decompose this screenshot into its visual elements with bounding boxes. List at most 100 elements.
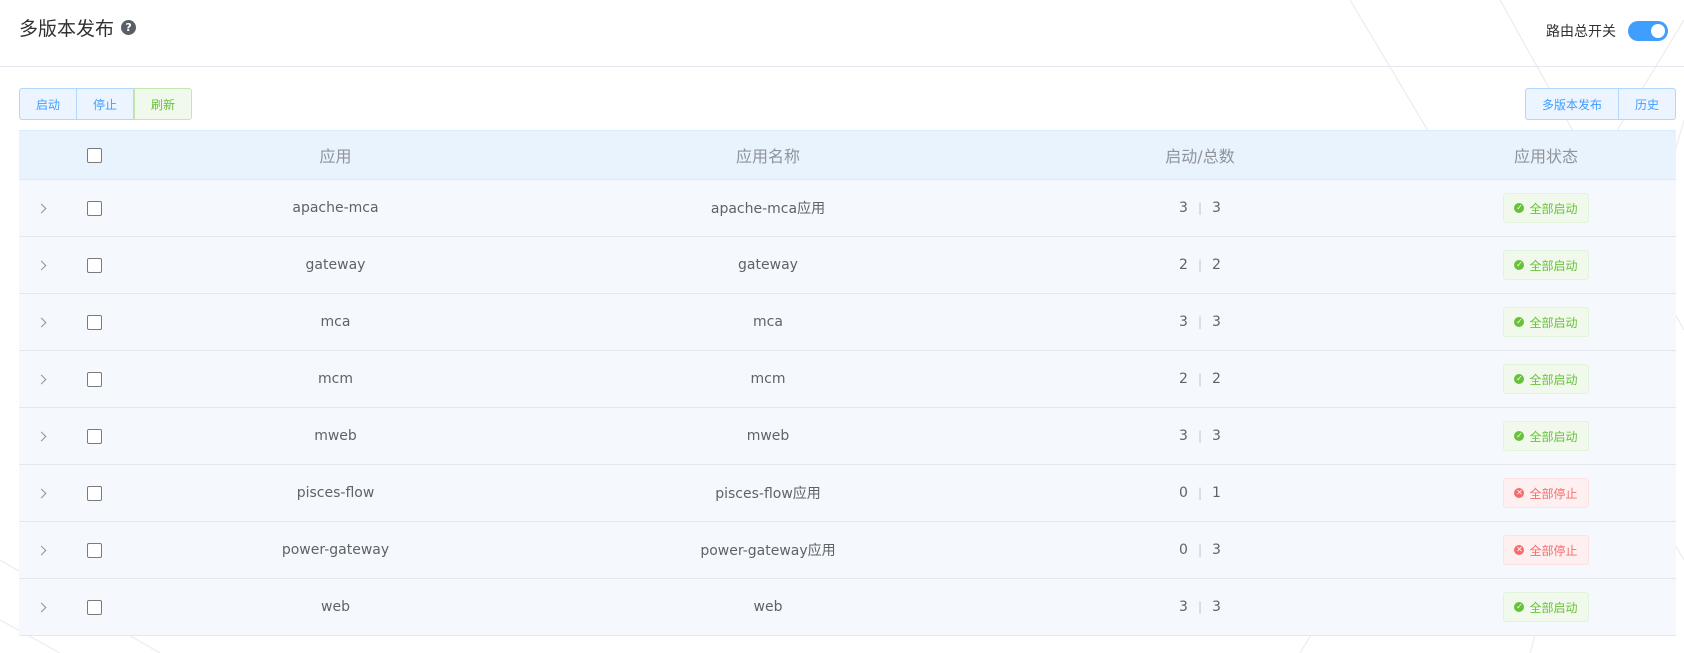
row-checkbox[interactable] xyxy=(86,428,102,444)
count-separator: | xyxy=(1197,429,1203,443)
status-badge: ✕ 全部停止 xyxy=(1503,535,1589,565)
help-icon[interactable]: ? xyxy=(121,20,137,35)
status-text: 全部启动 xyxy=(1529,258,1578,273)
chevron-right-icon[interactable] xyxy=(36,431,46,441)
app-cell: pisces-flow xyxy=(296,485,375,501)
started-count: 3 xyxy=(1179,200,1188,216)
action-button-group: 启动 停止 刷新 xyxy=(19,88,193,120)
row-checkbox[interactable] xyxy=(86,257,102,273)
count-separator: | xyxy=(1197,201,1203,215)
row-checkbox[interactable] xyxy=(86,371,102,387)
column-header-app-name: 应用名称 xyxy=(735,147,800,166)
app-name-cell: mweb xyxy=(746,428,790,444)
expand-cell xyxy=(19,260,69,270)
table-row[interactable]: gateway gateway 2 | 2 ✓ 全部启动 xyxy=(19,237,1676,294)
started-total-cell: 0 | 1 xyxy=(984,485,1416,501)
status-cell: ✓ 全部启动 xyxy=(1416,364,1676,394)
started-count: 0 xyxy=(1179,542,1188,558)
count-separator: | xyxy=(1197,315,1203,329)
status-cell: ✓ 全部启动 xyxy=(1416,250,1676,280)
total-count: 3 xyxy=(1212,542,1221,558)
status-text: 全部启动 xyxy=(1529,372,1578,387)
row-select-cell xyxy=(69,542,119,558)
start-button[interactable]: 启动 xyxy=(19,88,78,120)
row-checkbox[interactable] xyxy=(86,200,102,216)
app-name-cell: web xyxy=(753,599,783,615)
started-total-cell: 3 | 3 xyxy=(984,314,1416,330)
chevron-right-icon[interactable] xyxy=(36,317,46,327)
page-title: 多版本发布 ? xyxy=(19,14,137,41)
row-checkbox[interactable] xyxy=(86,314,102,330)
table-row[interactable]: mcm mcm 2 | 2 ✓ 全部启动 xyxy=(19,351,1676,408)
status-text: 全部启动 xyxy=(1529,429,1578,444)
count-separator: | xyxy=(1197,258,1203,272)
count-separator: | xyxy=(1197,372,1203,386)
count-separator: | xyxy=(1197,486,1203,500)
expand-cell xyxy=(19,374,69,384)
total-count: 3 xyxy=(1212,200,1221,216)
row-select-cell xyxy=(69,599,119,615)
table-row[interactable]: apache-mca apache-mca应用 3 | 3 ✓ 全部启动 xyxy=(19,180,1676,237)
chevron-right-icon[interactable] xyxy=(36,260,46,270)
app-name-cell: mca xyxy=(753,314,783,330)
total-count: 3 xyxy=(1212,599,1221,615)
close-circle-icon: ✕ xyxy=(1514,545,1525,555)
chevron-right-icon[interactable] xyxy=(36,203,46,213)
chevron-right-icon[interactable] xyxy=(36,545,46,555)
started-total-cell: 2 | 2 xyxy=(984,371,1416,387)
row-checkbox[interactable] xyxy=(86,485,102,501)
status-badge: ✓ 全部启动 xyxy=(1503,307,1589,337)
started-count: 3 xyxy=(1179,428,1188,444)
count-separator: | xyxy=(1197,600,1203,614)
row-checkbox[interactable] xyxy=(86,599,102,615)
expand-cell xyxy=(19,317,69,327)
app-cell: mcm xyxy=(318,371,353,387)
check-circle-icon: ✓ xyxy=(1514,203,1525,213)
release-button-group: 多版本发布 历史 xyxy=(1524,88,1676,120)
total-count: 3 xyxy=(1212,428,1221,444)
started-total-cell: 3 | 3 xyxy=(984,428,1416,444)
table-header: 应用 应用名称 启动/总数 应用状态 xyxy=(19,130,1676,180)
expand-cell xyxy=(19,431,69,441)
chevron-right-icon[interactable] xyxy=(36,374,46,384)
route-master-switch[interactable] xyxy=(1628,21,1668,41)
table-row[interactable]: web web 3 | 3 ✓ 全部启动 xyxy=(19,579,1676,636)
started-total-cell: 3 | 3 xyxy=(984,599,1416,615)
app-cell: web xyxy=(321,599,350,615)
page-title-text: 多版本发布 xyxy=(19,18,115,40)
started-count: 2 xyxy=(1179,257,1188,273)
expand-cell xyxy=(19,602,69,612)
switch-knob xyxy=(1651,24,1665,38)
app-name-cell: pisces-flow应用 xyxy=(715,486,821,502)
status-cell: ✓ 全部启动 xyxy=(1416,307,1676,337)
column-header-app: 应用 xyxy=(319,147,352,166)
started-total-cell: 2 | 2 xyxy=(984,257,1416,273)
check-circle-icon: ✓ xyxy=(1514,602,1525,612)
chevron-right-icon[interactable] xyxy=(36,602,46,612)
row-checkbox[interactable] xyxy=(86,542,102,558)
table-row[interactable]: mweb mweb 3 | 3 ✓ 全部启动 xyxy=(19,408,1676,465)
page-header: 多版本发布 ? 路由总开关 xyxy=(0,0,1684,67)
status-text: 全部启动 xyxy=(1529,315,1578,330)
status-text: 全部启动 xyxy=(1529,201,1578,216)
select-all-checkbox[interactable] xyxy=(86,147,102,163)
status-badge: ✓ 全部启动 xyxy=(1503,193,1589,223)
table-row[interactable]: mca mca 3 | 3 ✓ 全部启动 xyxy=(19,294,1676,351)
route-switch-control: 路由总开关 xyxy=(1546,21,1668,41)
table-row[interactable]: power-gateway power-gateway应用 0 | 3 ✕ 全部停止 xyxy=(19,522,1676,579)
refresh-button[interactable]: 刷新 xyxy=(134,88,193,120)
app-name-cell: gateway xyxy=(738,257,798,273)
table-row[interactable]: pisces-flow pisces-flow应用 0 | 1 ✕ 全部停止 xyxy=(19,465,1676,522)
app-name-cell: power-gateway应用 xyxy=(700,543,836,559)
history-button[interactable]: 历史 xyxy=(1618,88,1676,120)
multi-version-release-button[interactable]: 多版本发布 xyxy=(1524,88,1619,120)
status-text: 全部停止 xyxy=(1529,486,1578,501)
check-circle-icon: ✓ xyxy=(1514,431,1525,441)
row-select-cell xyxy=(69,371,119,387)
chevron-right-icon[interactable] xyxy=(36,488,46,498)
stop-button[interactable]: 停止 xyxy=(77,88,135,120)
started-total-cell: 3 | 3 xyxy=(984,200,1416,216)
total-count: 2 xyxy=(1212,257,1221,273)
status-badge: ✓ 全部启动 xyxy=(1503,250,1589,280)
app-cell: power-gateway xyxy=(281,542,390,558)
